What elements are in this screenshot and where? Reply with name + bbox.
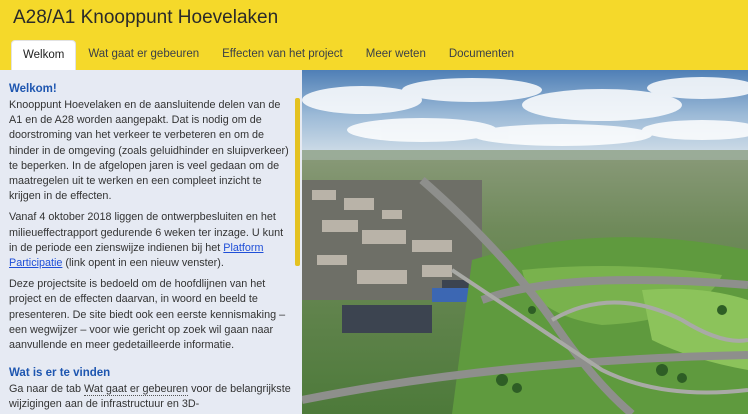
find-paragraph: Ga naar de tab Wat gaat er gebeuren voor… [9,382,294,412]
hero-aerial-image [302,70,748,414]
find-text-prefix: Ga naar de tab [9,383,85,396]
sidebar-panel: Welkom! Knooppunt Hoevelaken en de aansl… [0,70,302,414]
tab-bar: Welkom Wat gaat er gebeuren Effecten van… [11,40,526,71]
tab-welkom[interactable]: Welkom [11,40,77,71]
tab-wat-gaat-er-gebeuren[interactable]: Wat gaat er gebeuren [77,40,210,71]
welcome-paragraph-1: Knooppunt Hoevelaken en de aansluitende … [9,99,289,203]
site-title: A28/A1 Knooppunt Hoevelaken [13,7,279,28]
tab-meer-weten[interactable]: Meer weten [355,40,437,71]
welcome-heading: Welkom! [9,83,57,95]
find-heading: Wat is er te vinden [9,367,111,380]
tab-effecten[interactable]: Effecten van het project [211,40,354,71]
find-tab-link[interactable]: Wat gaat er gebeuren [84,383,189,397]
welcome-p2-suffix: (link opent in een nieuw venster). [62,257,224,270]
aerial-illustration [302,70,748,414]
sidebar-scrollbar[interactable] [295,98,300,266]
site-header: A28/A1 Knooppunt Hoevelaken Welkom Wat g… [0,0,748,71]
sidebar-content: Welkom! Knooppunt Hoevelaken en de aansl… [9,83,294,414]
tab-documenten[interactable]: Documenten [438,40,525,71]
welcome-paragraph-2: Vanaf 4 oktober 2018 liggen de ontwerpbe… [9,210,294,271]
welcome-paragraph-3: Deze projectsite is bedoeld om de hoofdl… [9,278,286,352]
